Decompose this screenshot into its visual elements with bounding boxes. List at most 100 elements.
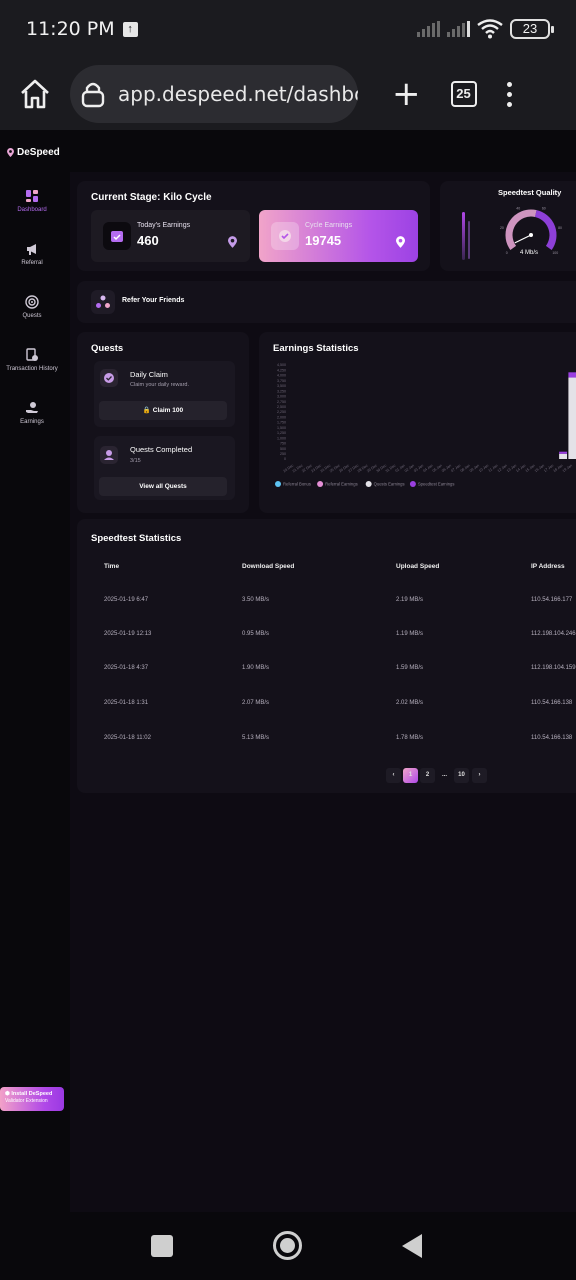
gauge-arc-pink	[505, 209, 537, 250]
legend-label: Quests Earnings	[374, 481, 405, 486]
sidebar-item-quests[interactable]: Quests	[0, 295, 64, 319]
location-pin-icon	[396, 236, 405, 248]
y-tick-label: 500	[280, 447, 286, 451]
pagination-page-2[interactable]: 2	[420, 768, 435, 783]
status-bar: 11:20 PM ↑ 23	[0, 0, 576, 58]
y-tick-label: 250	[280, 452, 286, 456]
sidebar-item-dashboard[interactable]: Dashboard	[0, 189, 64, 213]
quests-completed-title: Quests Completed	[130, 445, 193, 454]
refer-friends-card[interactable]: Refer Your Friends	[77, 281, 576, 323]
check-badge-icon	[271, 222, 299, 250]
pagination-prev[interactable]: ‹	[386, 768, 401, 783]
wifi-icon	[477, 19, 503, 39]
dashboard-icon	[26, 190, 38, 202]
y-tick-label: 1,000	[277, 436, 286, 440]
cell-download: 0.95 MB/s	[242, 631, 270, 637]
quests-title: Quests	[91, 343, 124, 354]
more-menu-icon[interactable]	[506, 81, 512, 107]
sidebar-item-referral[interactable]: Referral	[0, 242, 64, 266]
cycle-earnings-value: 19745	[305, 233, 342, 248]
sidebar-item-label: Referral	[21, 260, 43, 266]
signal-icon-2	[447, 21, 470, 37]
earnings-chart: 4,5004,250 4,0003,7503,5003,250 3,0002,750…	[275, 363, 576, 487]
column-header-upload[interactable]: Upload Speed	[396, 563, 439, 570]
browser-toolbar: app.despeed.net/dashboard + 25	[0, 58, 576, 130]
quest-user-icon	[100, 446, 118, 464]
home-button[interactable]	[273, 1231, 302, 1260]
y-tick-label: 1,500	[277, 426, 286, 430]
cycle-earnings-label: Cycle Earnings	[305, 222, 353, 229]
address-bar[interactable]: app.despeed.net/dashboard	[70, 65, 358, 123]
cell-download: 5.13 MB/s	[242, 735, 270, 741]
column-header-ip[interactable]: IP Address	[531, 563, 565, 570]
share-icon	[91, 290, 115, 314]
brand-logo[interactable]: DeSpeed	[7, 147, 60, 158]
bar-2-29	[559, 453, 568, 459]
new-tab-button[interactable]: +	[392, 77, 421, 111]
quests-card: Quests Daily Claim Claim your daily rewa…	[77, 332, 249, 513]
column-header-download[interactable]: Download Speed	[242, 563, 294, 570]
daily-claim-desc: Claim your daily reward.	[130, 382, 189, 388]
earnings-icon	[26, 402, 38, 413]
pagination-page-10[interactable]: 10	[454, 768, 469, 783]
url-text: app.despeed.net/dashboard	[118, 82, 358, 106]
quality-bar	[462, 212, 465, 260]
y-tick-label: 2,750	[277, 400, 286, 404]
gauge-tick-label: 80	[558, 226, 562, 230]
battery-icon: 23	[510, 19, 554, 39]
quality-bar-2	[468, 221, 470, 259]
pagination-page-1[interactable]: 1	[403, 768, 418, 783]
home-dot-icon	[280, 1238, 295, 1253]
location-pin-icon	[7, 148, 14, 157]
current-stage-card: Current Stage: Kilo Cycle Today's Earnin…	[77, 181, 430, 271]
recents-button[interactable]	[151, 1235, 173, 1257]
x-tick-label: 10 Jan	[478, 464, 489, 473]
claim-button-label: Claim 100	[152, 407, 184, 414]
view-all-quests-button[interactable]: View all Quests	[99, 477, 227, 496]
android-nav-bar	[0, 1212, 576, 1280]
cell-time: 2025-01-19 12:13	[104, 631, 152, 637]
column-header-time[interactable]: Time	[104, 563, 119, 570]
cell-upload: 2.02 MB/s	[396, 700, 424, 706]
speedtest-title: Speedtest Statistics	[91, 533, 182, 544]
y-tick-label: 3,750	[277, 379, 286, 383]
gauge-value: 4 Mb/s	[520, 250, 539, 256]
check-circle-icon	[100, 369, 118, 387]
cell-time: 2025-01-18 4:37	[104, 665, 149, 671]
refer-label: Refer Your Friends	[122, 297, 185, 304]
legend-label: Referral Bonus	[283, 481, 311, 486]
y-tick-label: 2,500	[277, 405, 286, 409]
gauge-tick-label: 60	[542, 206, 546, 210]
cell-time: 2025-01-18 11:02	[104, 735, 151, 741]
tab-count-button[interactable]: 25	[450, 81, 477, 107]
bar-2-30	[568, 377, 576, 459]
y-tick-label: 4,250	[277, 368, 286, 372]
home-icon[interactable]	[17, 76, 53, 112]
cell-ip: 110.54.166.138	[531, 735, 573, 741]
back-button[interactable]	[400, 1233, 424, 1259]
x-tick-label: 19 Jan	[562, 464, 573, 473]
cell-download: 3.50 MB/s	[242, 597, 270, 603]
lock-icon	[81, 82, 105, 108]
legend-marker	[275, 481, 281, 487]
history-icon	[26, 348, 38, 361]
signal-icon	[417, 21, 440, 37]
pagination-next[interactable]: ›	[472, 768, 487, 783]
legend-marker	[409, 481, 416, 487]
gauge-tick-label: 100	[552, 251, 558, 255]
y-tick-label: 2,000	[277, 415, 286, 419]
cell-upload: 1.59 MB/s	[396, 665, 424, 671]
y-tick-label: 2,250	[277, 410, 286, 414]
sidebar-item-transaction-history[interactable]: Transaction History	[0, 348, 64, 372]
stage-title: Current Stage: Kilo Cycle	[91, 192, 212, 203]
install-sublabel: Validator Extension	[5, 1098, 48, 1104]
megaphone-icon	[27, 244, 36, 255]
claim-button[interactable]: 🔒 Claim 100	[99, 401, 227, 420]
gauge-tick-label: 40	[516, 206, 520, 210]
bar-3-29	[559, 451, 568, 454]
gauge-hub	[529, 233, 533, 237]
y-tick-label: 1,750	[277, 421, 286, 425]
install-extension-button[interactable]: ⬢ Install DeSpeed Validator Extension	[0, 1087, 64, 1111]
sidebar-item-earnings[interactable]: Earnings	[0, 401, 64, 425]
cell-ip: 110.54.166.177	[531, 597, 573, 603]
